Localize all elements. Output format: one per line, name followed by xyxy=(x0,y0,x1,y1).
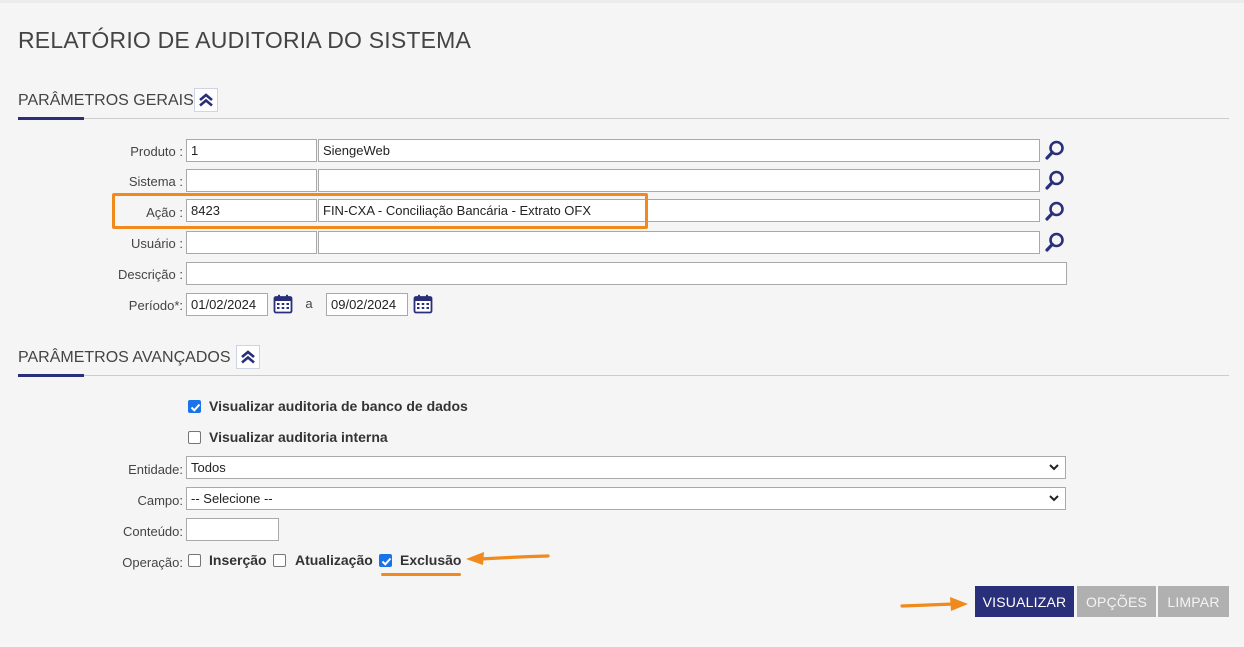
usuario-description-input[interactable] xyxy=(318,231,1040,254)
insercao-checkbox[interactable] xyxy=(188,554,201,567)
checkmark-icon xyxy=(190,403,201,412)
usuario-label: Usuário : xyxy=(130,236,183,251)
visualizar-arrow-annotation xyxy=(900,597,968,611)
acao-highlight-annotation xyxy=(112,193,648,229)
entidade-select[interactable]: Todos xyxy=(186,456,1066,479)
periodo-separator: a xyxy=(305,296,313,311)
periodo-from-calendar-button[interactable] xyxy=(272,293,294,315)
descricao-label: Descrição : xyxy=(117,267,183,282)
advanced-section-accent xyxy=(18,374,84,377)
acao-lookup-button[interactable] xyxy=(1043,199,1067,223)
internal-audit-checkbox[interactable] xyxy=(188,431,201,444)
conteudo-label: Conteúdo: xyxy=(123,524,183,539)
general-section-title: PARÂMETROS GERAIS xyxy=(18,92,194,109)
produto-description-input[interactable]: SiengeWeb xyxy=(318,139,1040,162)
limpar-button[interactable]: LIMPAR xyxy=(1158,586,1229,617)
checkmark-icon xyxy=(381,557,392,566)
atualizacao-checkbox[interactable] xyxy=(273,554,286,567)
produto-lookup-button[interactable] xyxy=(1043,138,1067,162)
chevron-down-icon xyxy=(1049,464,1059,471)
produto-code-input[interactable]: 1 xyxy=(186,139,317,162)
advanced-section-divider xyxy=(18,375,1229,376)
search-icon xyxy=(1045,201,1064,221)
exclusao-label: Exclusão xyxy=(400,552,462,568)
campo-select[interactable]: -- Selecione -- xyxy=(186,487,1066,510)
conteudo-input[interactable] xyxy=(186,518,279,541)
internal-audit-label: Visualizar auditoria interna xyxy=(209,429,388,445)
usuario-lookup-button[interactable] xyxy=(1043,230,1067,254)
general-section-accent xyxy=(18,117,84,120)
search-icon xyxy=(1045,170,1064,190)
sistema-label: Sistema : xyxy=(128,174,183,189)
double-chevron-up-icon xyxy=(241,350,255,364)
exclusao-checkbox[interactable] xyxy=(379,554,392,567)
entidade-selected-value: Todos xyxy=(191,460,226,475)
descricao-input[interactable] xyxy=(186,262,1067,285)
opcoes-button[interactable]: OPÇÕES xyxy=(1077,586,1156,617)
entidade-label: Entidade: xyxy=(128,462,183,477)
general-section-divider xyxy=(18,118,1229,119)
periodo-to-input[interactable]: 09/02/2024 xyxy=(326,293,408,316)
exclusao-arrow-annotation xyxy=(466,552,550,565)
visualizar-button[interactable]: VISUALIZAR xyxy=(975,586,1074,617)
campo-selected-value: -- Selecione -- xyxy=(191,491,273,506)
general-collapse-button[interactable] xyxy=(194,88,218,112)
page-title: RELATÓRIO DE AUDITORIA DO SISTEMA xyxy=(18,27,472,53)
exclusao-underline-annotation xyxy=(381,573,461,576)
periodo-to-calendar-button[interactable] xyxy=(412,293,434,315)
calendar-icon xyxy=(413,294,433,314)
produto-label: Produto : xyxy=(130,144,183,159)
db-audit-label: Visualizar auditoria de banco de dados xyxy=(209,398,468,414)
search-icon xyxy=(1045,232,1064,252)
sistema-code-input[interactable] xyxy=(186,169,317,192)
sistema-description-input[interactable] xyxy=(318,169,1040,192)
search-icon xyxy=(1045,140,1064,160)
double-chevron-up-icon xyxy=(199,93,213,107)
sistema-lookup-button[interactable] xyxy=(1043,168,1067,192)
operacao-label: Operação: xyxy=(122,555,183,570)
insercao-label: Inserção xyxy=(209,552,267,568)
advanced-section-title: PARÂMETROS AVANÇADOS xyxy=(18,349,231,366)
usuario-code-input[interactable] xyxy=(186,231,317,254)
periodo-label: Período*: xyxy=(128,298,183,313)
db-audit-checkbox[interactable] xyxy=(188,400,201,413)
advanced-collapse-button[interactable] xyxy=(236,345,260,369)
campo-label: Campo: xyxy=(137,493,183,508)
atualizacao-label: Atualização xyxy=(295,552,373,568)
calendar-icon xyxy=(273,294,293,314)
top-border xyxy=(0,0,1244,3)
chevron-down-icon xyxy=(1049,495,1059,502)
periodo-from-input[interactable]: 01/02/2024 xyxy=(186,293,268,316)
